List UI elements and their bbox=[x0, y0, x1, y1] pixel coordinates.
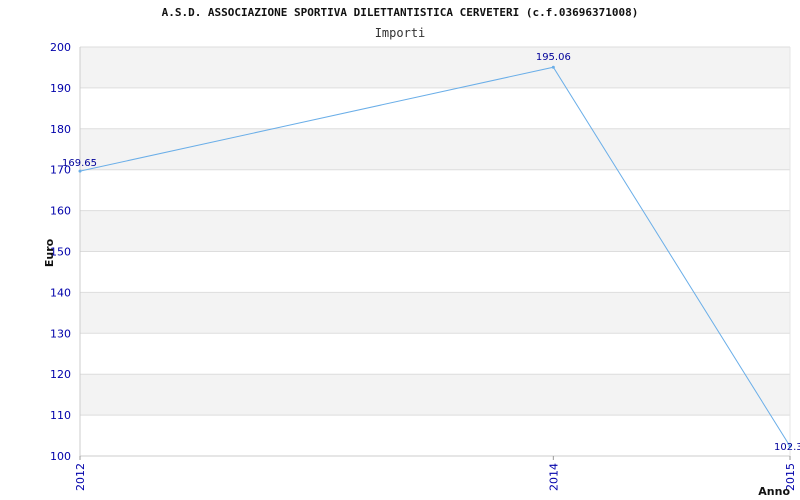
data-point bbox=[551, 65, 555, 69]
x-tick-label: 2014 bbox=[547, 463, 560, 491]
plot-band bbox=[80, 128, 790, 170]
y-tick-label: 110 bbox=[50, 409, 71, 422]
data-label: 195.06 bbox=[536, 52, 571, 63]
plot-band bbox=[80, 292, 790, 334]
y-tick-label: 120 bbox=[50, 368, 71, 381]
chart-title: A.S.D. ASSOCIAZIONE SPORTIVA DILETTANTIS… bbox=[162, 6, 639, 19]
plot-band bbox=[80, 210, 790, 252]
data-label: 169.65 bbox=[62, 158, 97, 169]
y-tick-label: 160 bbox=[50, 205, 71, 218]
y-tick-label: 100 bbox=[50, 450, 71, 463]
y-tick-label: 200 bbox=[50, 41, 71, 54]
x-axis-label: Anno bbox=[758, 485, 790, 498]
plot-band bbox=[80, 374, 790, 416]
y-tick-label: 180 bbox=[50, 123, 71, 136]
line-chart: 1001101201301401501601701801902002012 201… bbox=[43, 6, 800, 498]
plot-background-bands bbox=[80, 47, 790, 416]
chart-subtitle: Importi bbox=[375, 26, 426, 40]
data-label: 102.39 bbox=[774, 442, 800, 453]
data-point bbox=[78, 169, 82, 173]
y-tick-label: 130 bbox=[50, 327, 71, 340]
y-tick-label: 140 bbox=[50, 286, 71, 299]
tick-labels: 1001101201301401501601701801902002012 201… bbox=[50, 41, 797, 491]
x-tick-label: 2012 bbox=[74, 463, 87, 491]
y-tick-label: 190 bbox=[50, 82, 71, 95]
y-axis-label: Euro bbox=[43, 238, 56, 267]
plot-band bbox=[80, 47, 790, 88]
